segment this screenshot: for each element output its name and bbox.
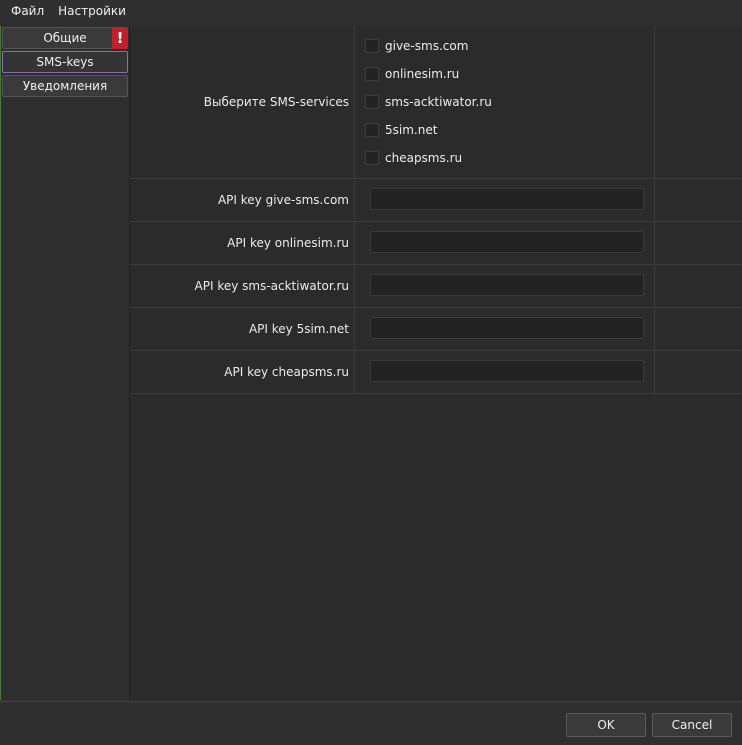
api-key-cell [354,265,655,307]
sidebar-item-notifications[interactable]: Уведомления [2,75,128,97]
service-option-cheapsms[interactable]: cheapsms.ru [365,150,462,166]
service-option-5sim[interactable]: 5sim.net [365,122,437,138]
sidebar-item-label: Общие [43,31,87,45]
api-key-input-cheapsms[interactable] [370,360,644,382]
api-key-input-5sim[interactable] [370,317,644,339]
api-key-label: API key cheapsms.ru [224,365,349,379]
api-key-cell [354,351,655,393]
ok-button[interactable]: OK [566,713,646,737]
service-option-sms-acktiwator[interactable]: sms-acktiwator.ru [365,94,492,110]
checkbox-label: onlinesim.ru [385,67,460,81]
api-key-input-sms-acktiwator[interactable] [370,274,644,296]
empty-cell [655,265,742,307]
empty-cell [655,308,742,350]
checkbox[interactable] [365,95,379,109]
services-label: Выберите SMS-services [203,95,349,109]
sidebar: Общие ! SMS-keys Уведомления [1,26,130,701]
api-key-label: API key onlinesim.ru [227,236,349,250]
checkbox-label: cheapsms.ru [385,151,463,165]
api-key-input-onlinesim[interactable] [370,231,644,253]
api-key-label: API key 5sim.net [248,322,349,336]
api-key-input-give-sms[interactable] [370,188,644,210]
sidebar-item-label: Уведомления [22,79,108,93]
api-key-row-onlinesim: API key onlinesim.ru [130,222,742,265]
empty-cell [655,26,742,178]
api-key-label: API key give-sms.com [217,193,349,207]
api-key-cell [354,222,655,264]
checkbox-label: sms-acktiwator.ru [385,95,492,109]
menu-bar: Файл Настройки [0,0,742,22]
api-key-row-5sim: API key 5sim.net [130,308,742,351]
empty-cell [655,179,742,221]
checkbox[interactable] [365,123,379,137]
api-key-cell [354,308,655,350]
services-row: Выберите SMS-services give-sms.com onlin… [130,26,742,179]
checkbox[interactable] [365,39,379,53]
warning-icon: ! [112,27,128,49]
empty-cell [655,351,742,393]
menu-settings[interactable]: Настройки [51,0,133,22]
service-option-give-sms[interactable]: give-sms.com [365,38,468,54]
dialog-footer: OK Cancel [0,701,742,745]
checkbox[interactable] [365,151,379,165]
sidebar-item-sms-keys[interactable]: SMS-keys [2,51,128,73]
empty-cell [655,222,742,264]
service-option-onlinesim[interactable]: onlinesim.ru [365,66,459,82]
api-key-row-give-sms: API key give-sms.com [130,179,742,222]
menu-file[interactable]: Файл [0,0,51,22]
checkbox[interactable] [365,67,379,81]
sidebar-item-general[interactable]: Общие ! [2,27,128,49]
checkbox-label: 5sim.net [385,123,438,137]
services-checkbox-list: give-sms.com onlinesim.ru sms-acktiwator… [354,26,655,178]
checkbox-label: give-sms.com [385,39,469,53]
api-key-label: API key sms-acktiwator.ru [194,279,349,293]
cancel-button[interactable]: Cancel [652,713,732,737]
settings-panel: Выберите SMS-services give-sms.com onlin… [130,26,742,701]
api-key-cell [354,179,655,221]
api-key-row-sms-acktiwator: API key sms-acktiwator.ru [130,265,742,308]
api-key-row-cheapsms: API key cheapsms.ru [130,351,742,394]
settings-table: Выберите SMS-services give-sms.com onlin… [130,26,742,394]
sidebar-item-label: SMS-keys [36,55,94,69]
